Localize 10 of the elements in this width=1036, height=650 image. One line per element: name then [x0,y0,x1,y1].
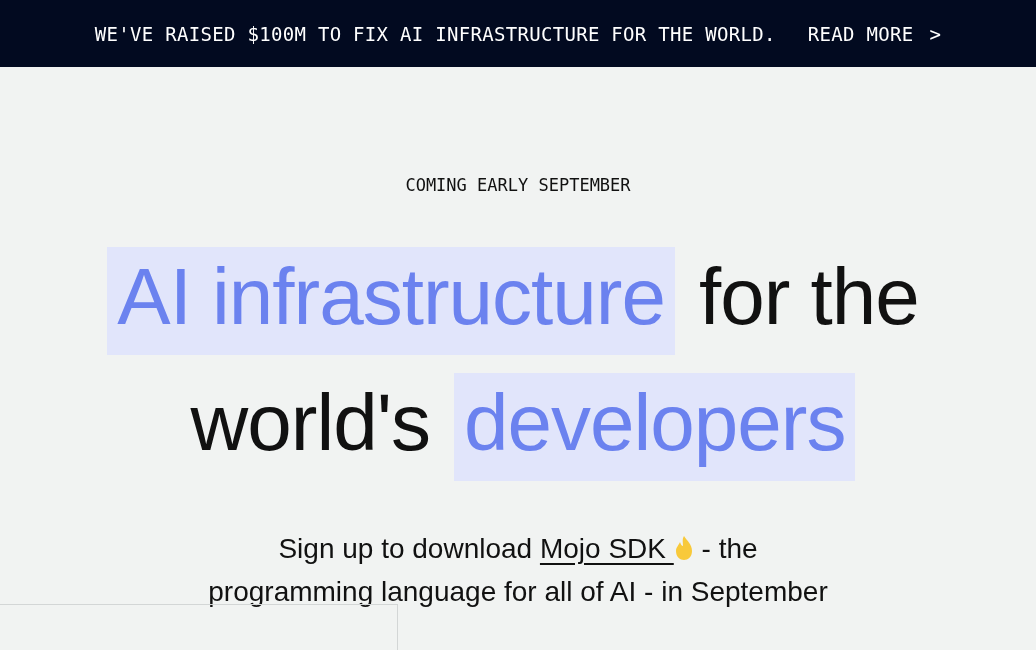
eyebrow-text: COMING EARLY SEPTEMBER [405,175,631,195]
highlighted-headline-text: developers [454,373,856,481]
announcement-text: WE'VE RAISED $100M TO FIX AI INFRASTRUCTURE FOR THE WORLD. [94,22,776,45]
flame-icon [673,535,694,561]
mojo-sdk-link[interactable]: Mojo SDK [539,533,694,564]
read-more-link[interactable]: READ MORE > [807,22,942,45]
headline-text: for the [697,251,920,343]
highlighted-headline-text: AI infrastructure [107,247,675,355]
subtitle-text: Sign up to download Mojo SDK - the programming language for all of AI - in September [207,532,829,609]
headline-text: world's [189,377,432,469]
